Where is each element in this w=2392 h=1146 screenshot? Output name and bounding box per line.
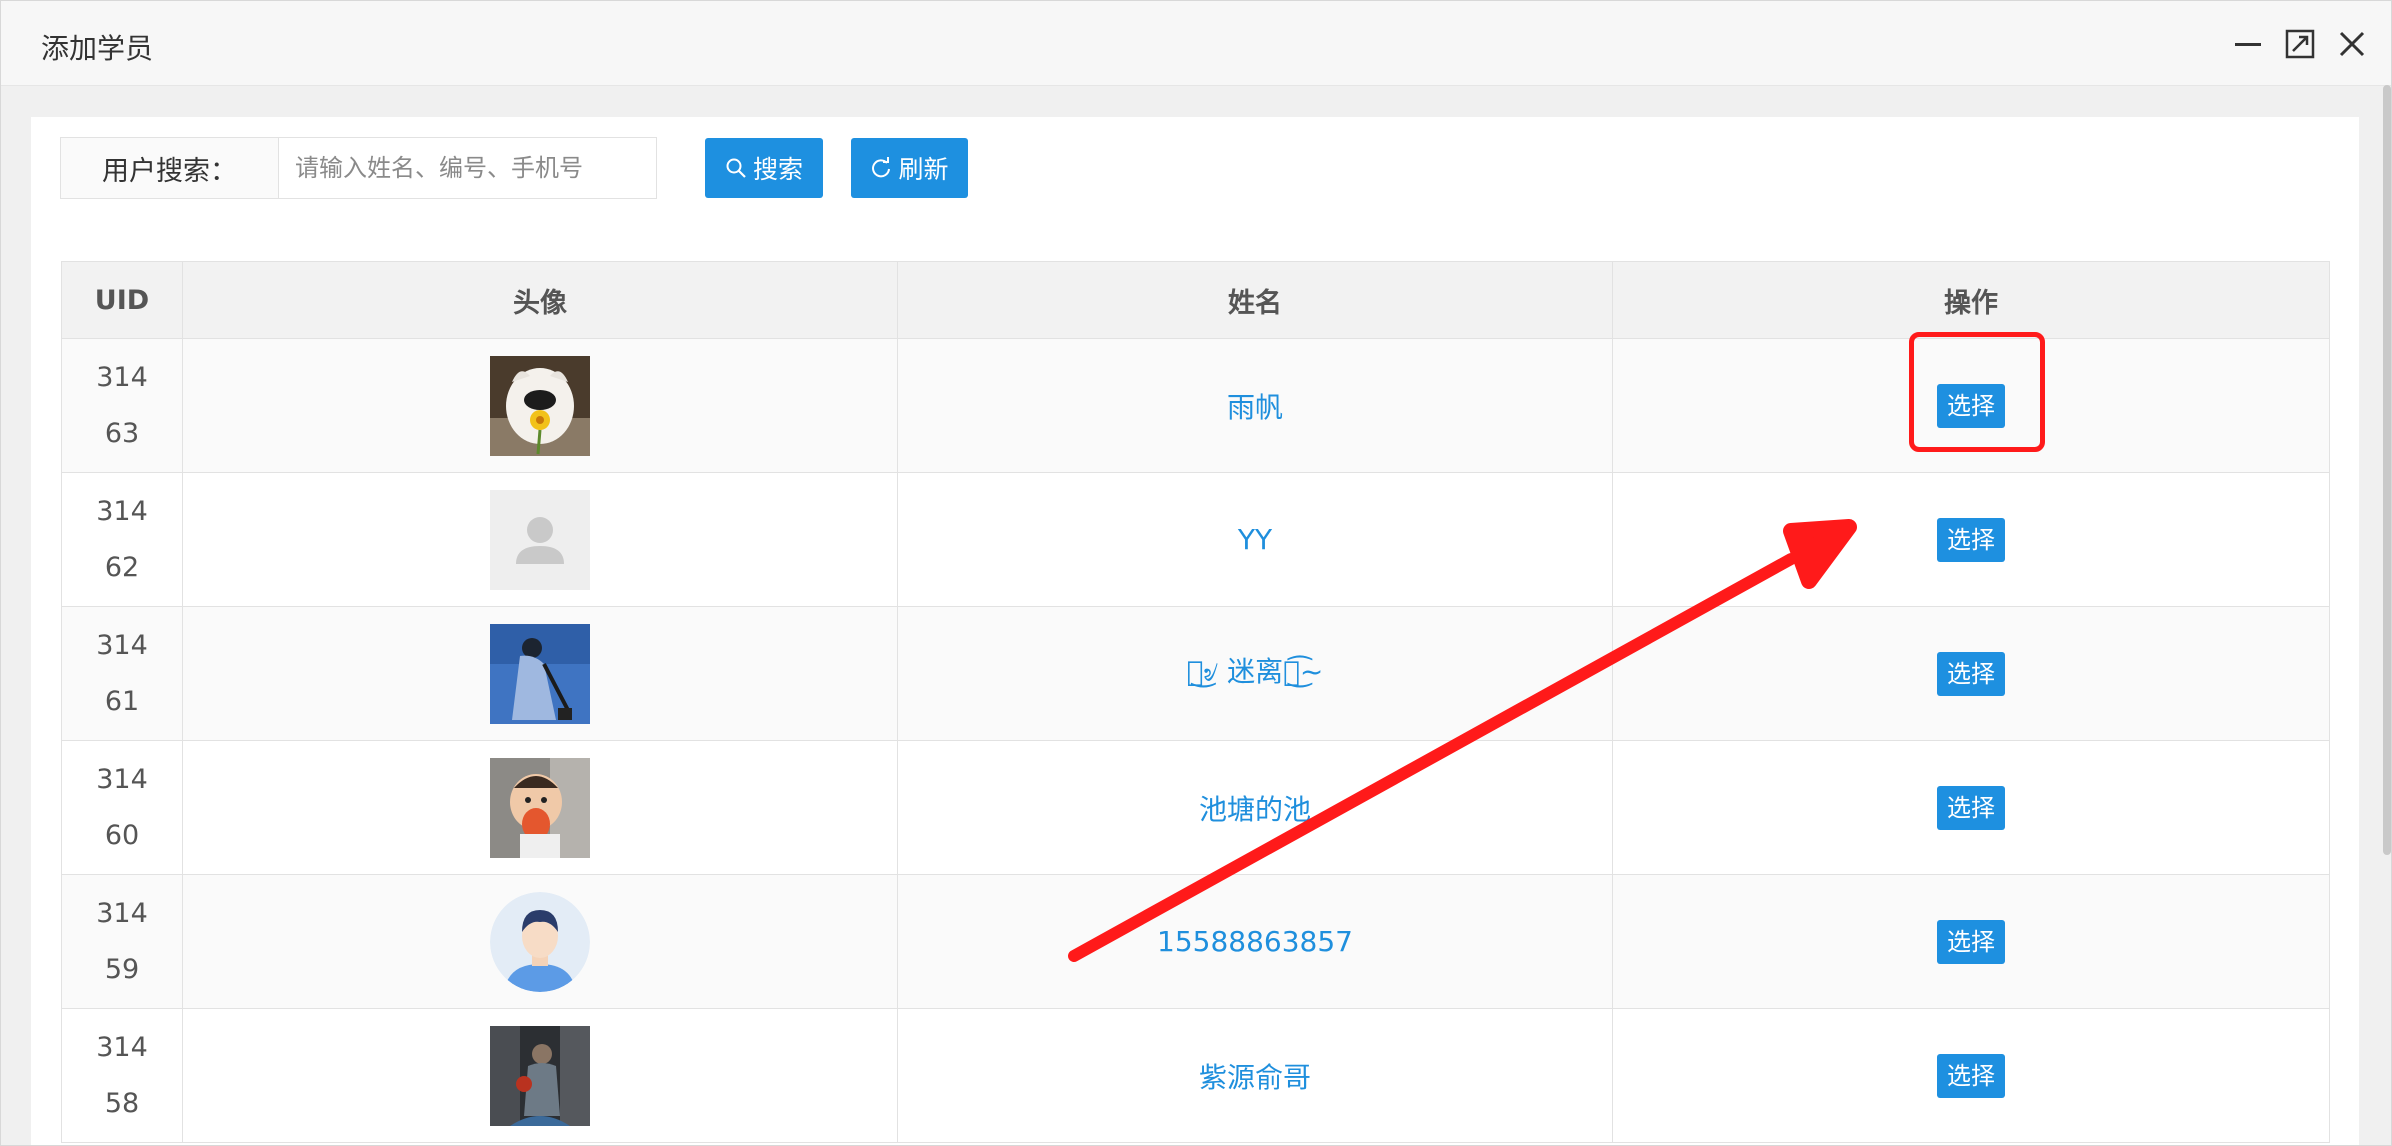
action-cell: 选择 — [1612, 740, 2330, 875]
refresh-button-label: 刷新 — [898, 155, 949, 184]
avatar — [490, 891, 590, 992]
user-search-group: 用户搜索： — [60, 137, 657, 199]
minimize-icon[interactable] — [2231, 27, 2265, 61]
table-row: 314 61 ৩͜৶ 迷离ঞ͜͡~ 选择 — [61, 606, 2330, 741]
uid-part: 59 — [104, 953, 140, 985]
uid-part: 314 — [96, 495, 148, 527]
search-label: 用户搜索： — [61, 138, 279, 198]
uid-part: 62 — [104, 551, 140, 583]
student-name-link[interactable]: 紫源俞哥 — [1199, 1061, 1311, 1094]
action-cell: 选择 — [1612, 338, 2330, 473]
avatar-cell — [182, 606, 898, 741]
search-icon — [726, 158, 746, 178]
table-row: 314 60 池塘的池 选择 — [61, 740, 2330, 875]
maximize-icon[interactable] — [2283, 27, 2317, 61]
name-cell: 池塘的池 — [897, 740, 1613, 875]
student-table: UID 头像 姓名 操作 314 63 雨帆 选择 314 62 YY 选择 3… — [61, 261, 2330, 1143]
uid-cell: 314 63 — [61, 338, 183, 473]
name-cell: YY — [897, 472, 1613, 607]
action-cell: 选择 — [1612, 606, 2330, 741]
select-button[interactable]: 选择 — [1937, 517, 2005, 562]
name-cell: 雨帆 — [897, 338, 1613, 473]
uid-part: 314 — [96, 763, 148, 795]
refresh-icon — [872, 157, 891, 178]
header-avatar: 头像 — [182, 261, 898, 339]
student-name-link[interactable]: 雨帆 — [1227, 391, 1283, 424]
uid-part: 60 — [104, 819, 140, 851]
select-button[interactable]: 选择 — [1937, 785, 2005, 830]
uid-cell: 314 59 — [61, 874, 183, 1009]
uid-cell: 314 60 — [61, 740, 183, 875]
uid-part: 314 — [96, 629, 148, 661]
avatar — [490, 757, 590, 858]
dialog-title: 添加学员 — [41, 32, 154, 65]
table-row: 314 59 15588863857 选择 — [61, 874, 2330, 1009]
avatar — [490, 355, 590, 456]
avatar-cell — [182, 472, 898, 607]
table-row: 314 62 YY 选择 — [61, 472, 2330, 607]
search-button[interactable]: 搜索 — [705, 138, 823, 198]
search-input[interactable] — [279, 138, 656, 198]
select-button[interactable]: 选择 — [1937, 383, 2005, 428]
name-cell: 紫源俞哥 — [897, 1008, 1613, 1143]
avatar-cell — [182, 1008, 898, 1143]
action-cell: 选择 — [1612, 472, 2330, 607]
student-name-link[interactable]: 15588863857 — [1157, 925, 1353, 958]
uid-part: 314 — [96, 361, 148, 393]
select-button[interactable]: 选择 — [1937, 1053, 2005, 1098]
select-button[interactable]: 选择 — [1937, 919, 2005, 964]
avatar — [490, 1025, 590, 1126]
uid-part: 314 — [96, 897, 148, 929]
student-name-link[interactable]: ৩͜৶ 迷离ঞ͜͡~ — [1187, 655, 1324, 688]
uid-part: 63 — [104, 417, 140, 449]
uid-cell: 314 58 — [61, 1008, 183, 1143]
table-row: 314 63 雨帆 选择 — [61, 338, 2330, 473]
table-header-row: UID 头像 姓名 操作 — [61, 261, 2330, 339]
close-icon[interactable] — [2335, 27, 2369, 61]
uid-part: 58 — [104, 1087, 140, 1119]
select-button[interactable]: 选择 — [1937, 651, 2005, 696]
refresh-button[interactable]: 刷新 — [851, 138, 968, 198]
uid-cell: 314 61 — [61, 606, 183, 741]
avatar — [490, 623, 590, 724]
header-uid: UID — [61, 261, 183, 339]
table-row: 314 58 紫源俞哥 选择 — [61, 1008, 2330, 1143]
add-student-dialog: 添加学员 用户搜索： 搜索 — [0, 0, 2392, 1146]
action-cell: 选择 — [1612, 874, 2330, 1009]
dialog-titlebar: 添加学员 — [1, 1, 2391, 86]
student-name-link[interactable]: YY — [1238, 523, 1272, 556]
avatar-cell — [182, 874, 898, 1009]
student-name-link[interactable]: 池塘的池 — [1199, 793, 1311, 826]
name-cell: ৩͜৶ 迷离ঞ͜͡~ — [897, 606, 1613, 741]
default-user-icon — [490, 489, 590, 590]
vertical-scrollbar[interactable] — [2383, 85, 2391, 855]
avatar-cell — [182, 338, 898, 473]
action-cell: 选择 — [1612, 1008, 2330, 1143]
dialog-content: 用户搜索： 搜索 刷新 — [31, 117, 2359, 1145]
name-cell: 15588863857 — [897, 874, 1613, 1009]
uid-cell: 314 62 — [61, 472, 183, 607]
search-button-label: 搜索 — [752, 155, 803, 184]
header-action: 操作 — [1612, 261, 2330, 339]
header-name: 姓名 — [897, 261, 1613, 339]
avatar-cell — [182, 740, 898, 875]
uid-part: 61 — [104, 685, 140, 717]
uid-part: 314 — [96, 1031, 148, 1063]
